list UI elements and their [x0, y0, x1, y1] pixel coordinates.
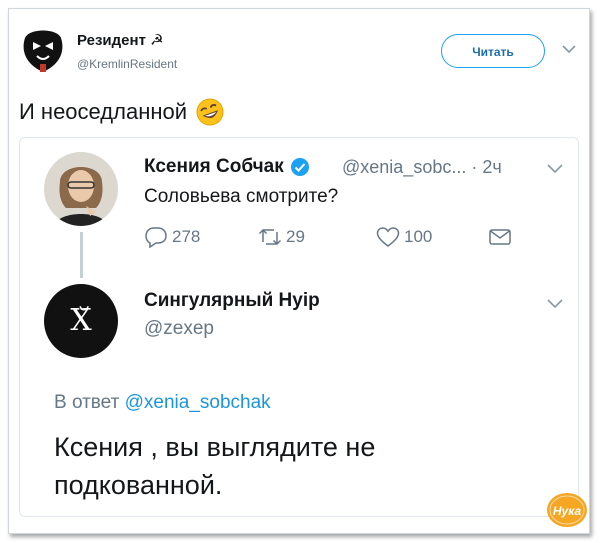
rolling-laughing-emoji-icon [196, 98, 224, 126]
retweet-action[interactable]: 29 [258, 226, 305, 248]
heart-icon [376, 227, 400, 247]
reply-prefix: В ответ [54, 392, 120, 413]
quoted-tweet-text: Соловьева смотрите? [144, 186, 339, 207]
retweet-count: 29 [286, 227, 305, 246]
reply-mention-link[interactable]: @xenia_sobchak [125, 392, 271, 413]
quoted-time[interactable]: · 2ч [471, 157, 501, 177]
follow-button[interactable]: Читать [441, 34, 545, 68]
reply-action[interactable]: 278 [144, 226, 200, 248]
quoted-author-handle[interactable]: @xenia_sobc... · 2ч [342, 157, 502, 178]
avatar[interactable] [21, 24, 65, 74]
reply-icon [145, 227, 167, 248]
quoted-author-name[interactable]: Ксения Собчак [144, 156, 310, 178]
verified-badge-icon [290, 158, 309, 176]
quoted-handle-text[interactable]: @xenia_sobc... [342, 157, 466, 177]
author-handle[interactable]: @KremlinResident [77, 57, 177, 71]
watermark-text: Нука [553, 504, 582, 518]
avatar-letter: Х̆ [70, 303, 92, 338]
quoted-thread[interactable]: Ксения Собчак @xenia_sobc... · 2ч Соловь… [19, 137, 579, 517]
reply-count: 278 [172, 227, 201, 246]
chevron-down-icon[interactable] [546, 298, 564, 310]
reply-author-handle[interactable]: @zexep [144, 318, 214, 340]
quoted-author-name-text[interactable]: Ксения Собчак [144, 156, 284, 178]
chevron-down-icon[interactable] [561, 43, 577, 55]
author-name[interactable]: Резидент ☭ [77, 31, 164, 49]
avatar[interactable]: Х̆ [44, 284, 118, 358]
envelope-icon [489, 229, 511, 245]
reply-context: В ответ @xenia_sobchak [54, 392, 271, 414]
tweet-text: И неоседланной [19, 97, 225, 127]
tweet-card: Резидент ☭ @KremlinResident Читать И нео… [8, 8, 590, 534]
like-action[interactable]: 100 [376, 226, 432, 248]
watermark-logo: Нука [545, 491, 589, 529]
tweet-actions: 278 29 100 [144, 226, 524, 250]
reply-author-name[interactable]: Сингулярный Hyip [144, 290, 320, 312]
like-count: 100 [404, 227, 433, 246]
tweet-text-content: И неоседланной [19, 99, 188, 124]
chevron-down-icon[interactable] [546, 163, 564, 175]
message-action[interactable] [488, 226, 516, 248]
thread-connector [80, 232, 83, 278]
retweet-icon [258, 228, 282, 246]
reply-tweet-text: Ксения , вы выглядите не подкованной. [54, 432, 376, 500]
avatar[interactable] [44, 152, 118, 226]
watermark-badge-icon: Нука [547, 493, 587, 527]
